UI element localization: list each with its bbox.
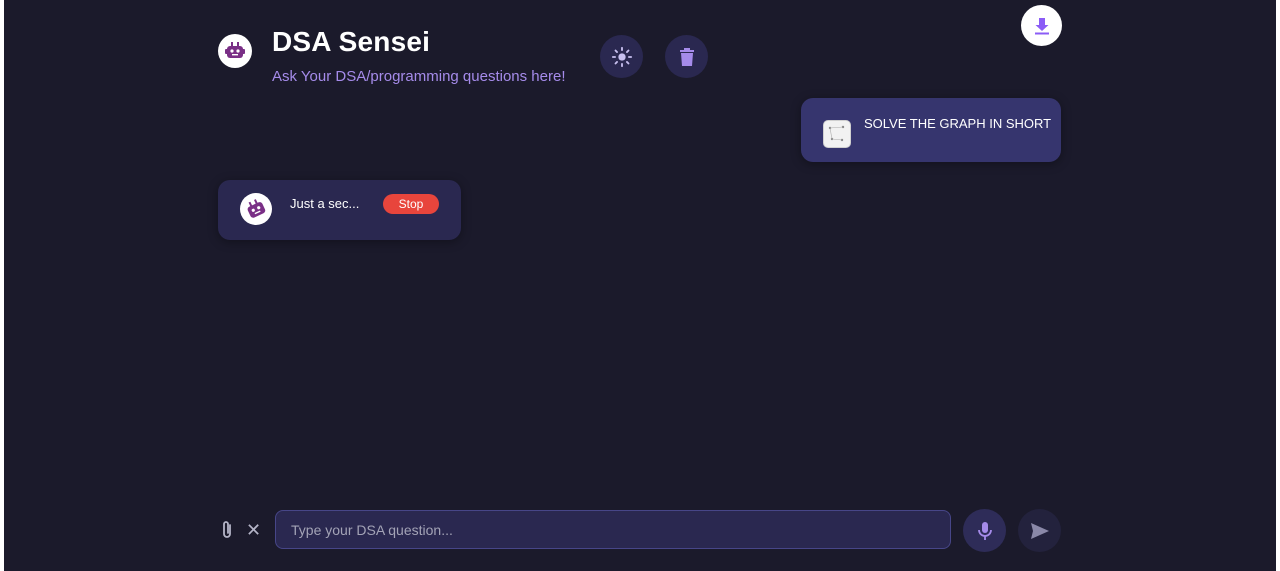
voice-input-button[interactable] bbox=[963, 509, 1006, 552]
clear-chat-button[interactable] bbox=[665, 35, 708, 78]
trash-icon bbox=[679, 47, 694, 66]
stop-button[interactable]: Stop bbox=[383, 194, 439, 214]
microphone-icon bbox=[977, 521, 992, 540]
bot-message-text: Just a sec... bbox=[290, 196, 360, 211]
send-icon bbox=[1030, 522, 1049, 539]
paperclip-icon[interactable] bbox=[220, 519, 234, 546]
image-thumbnail[interactable] bbox=[823, 120, 851, 148]
sun-icon bbox=[611, 46, 632, 67]
download-button[interactable] bbox=[1021, 5, 1062, 46]
user-message: SOLVE THE GRAPH IN SHORT bbox=[801, 98, 1061, 162]
download-icon bbox=[1034, 17, 1049, 34]
clear-attachment-icon[interactable]: ✕ bbox=[246, 519, 261, 541]
chat-app: DSA Sensei Ask Your DSA/programming ques… bbox=[4, 0, 1276, 571]
page-title: DSA Sensei bbox=[272, 26, 431, 57]
robot-icon bbox=[218, 34, 252, 68]
chat-input[interactable] bbox=[275, 510, 951, 549]
robot-icon bbox=[240, 193, 272, 225]
user-message-text: SOLVE THE GRAPH IN SHORT bbox=[864, 116, 1052, 131]
page-subtitle: Ask Your DSA/programming questions here! bbox=[272, 68, 566, 85]
bot-message: Just a sec... Stop bbox=[218, 180, 461, 240]
send-button[interactable] bbox=[1018, 509, 1061, 552]
theme-toggle-button[interactable] bbox=[600, 35, 643, 78]
